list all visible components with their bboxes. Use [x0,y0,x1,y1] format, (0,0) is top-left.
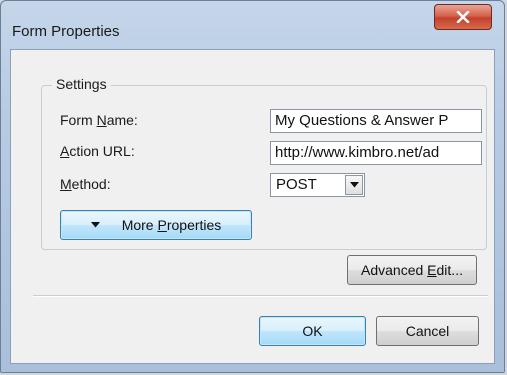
method-select[interactable]: POST [270,173,365,197]
action-url-label: Action URL: [60,143,135,159]
method-label: Method: [60,176,111,192]
ok-button[interactable]: OK [259,316,366,346]
form-name-label: Form Name: [60,112,138,128]
title-bar[interactable]: Form Properties [1,1,504,41]
window-title: Form Properties [12,23,120,40]
action-url-input[interactable]: http://www.kimbro.net/ad [270,141,482,165]
dialog-body: Settings Form Name: My Questions & Answe… [10,49,495,364]
advanced-edit-button[interactable]: Advanced Edit... [347,255,477,285]
method-selected-value: POST [276,176,317,193]
form-name-input[interactable]: My Questions & Answer P [270,109,482,133]
more-properties-label: More Properties [121,217,222,233]
triangle-down-icon [90,222,100,228]
cancel-button[interactable]: Cancel [376,316,479,346]
advanced-edit-label: Advanced Edit... [361,262,463,278]
form-properties-dialog: Form Properties Settings Form Name: My Q… [0,0,505,373]
chevron-down-icon[interactable] [345,175,363,195]
settings-legend: Settings [52,76,111,92]
more-properties-button[interactable]: More Properties [60,210,252,240]
close-icon [456,11,470,23]
divider [33,295,488,297]
close-button[interactable] [434,4,492,30]
settings-groupbox: Settings Form Name: My Questions & Answe… [41,76,487,250]
